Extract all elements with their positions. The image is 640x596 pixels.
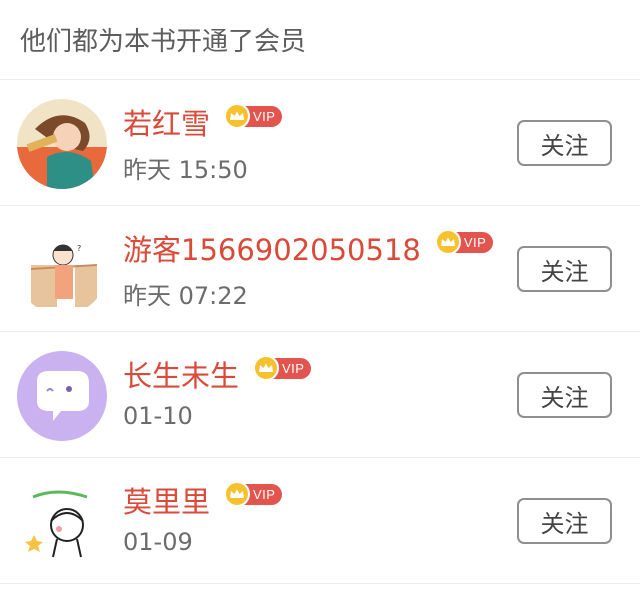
vip-badge: VIP: [253, 355, 312, 381]
svg-text:?: ?: [77, 244, 81, 253]
follow-button[interactable]: 关注: [517, 498, 612, 544]
section-header: 他们都为本书开通了会员: [0, 0, 640, 80]
crown-icon: [434, 229, 461, 255]
vip-badge: VIP: [434, 229, 494, 255]
crown-icon: [224, 481, 251, 507]
child-with-curtain-avatar[interactable]: ?: [17, 225, 107, 315]
member-name[interactable]: 长生未生: [123, 353, 239, 395]
member-time: 昨天 15:50: [123, 156, 248, 184]
crown-icon: [224, 103, 251, 129]
member-list: 若红雪 VIP 昨天 15:50 关注 ? 游客1566902050518 VI…: [0, 80, 640, 584]
member-row[interactable]: 若红雪 VIP 昨天 15:50 关注: [0, 80, 640, 206]
member-row[interactable]: 长生未生 VIP 01-10 关注: [0, 332, 640, 458]
follow-button[interactable]: 关注: [517, 120, 612, 166]
vip-badge: VIP: [224, 481, 283, 507]
member-name[interactable]: 若红雪: [123, 101, 210, 143]
member-name[interactable]: 游客1566902050518: [123, 227, 421, 269]
follow-button[interactable]: 关注: [517, 246, 612, 292]
member-row[interactable]: 莫里里 VIP 01-09 关注: [0, 458, 640, 584]
section-title: 他们都为本书开通了会员: [20, 27, 307, 57]
member-time: 01-09: [123, 528, 193, 556]
member-name[interactable]: 莫里里: [123, 479, 210, 521]
cartoon-girl-avatar[interactable]: [17, 99, 107, 189]
member-time: 01-10: [123, 402, 193, 430]
member-time: 昨天 07:22: [123, 282, 248, 310]
crown-icon: [253, 355, 280, 381]
sketch-girl-avatar[interactable]: [17, 477, 107, 567]
member-row[interactable]: ? 游客1566902050518 VIP 昨天 07:22 关注: [0, 206, 640, 332]
purple-chat-bubble-avatar[interactable]: [17, 351, 107, 441]
follow-button[interactable]: 关注: [517, 372, 612, 418]
vip-badge: VIP: [224, 103, 283, 129]
